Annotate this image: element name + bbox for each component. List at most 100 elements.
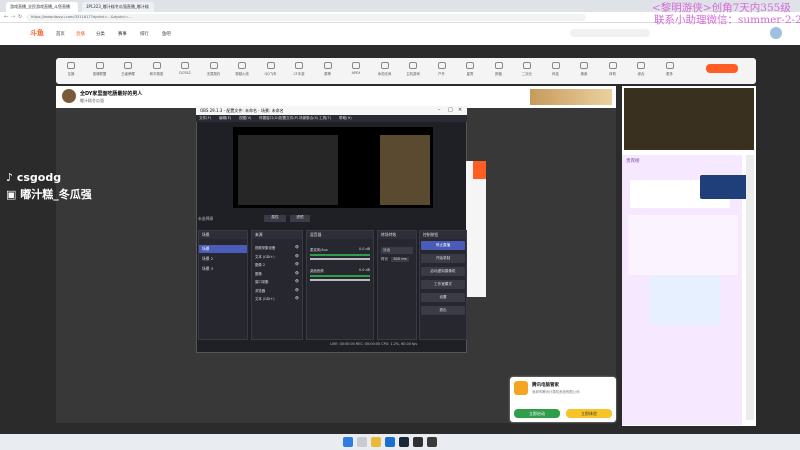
category-item[interactable]: 永劫无间 — [374, 62, 396, 76]
url-input[interactable]: https://www.douyu.com/3311617?dyshid=...… — [26, 14, 586, 21]
avatar[interactable] — [770, 27, 782, 39]
category-item[interactable]: 英雄联盟 — [89, 62, 111, 76]
category-item[interactable]: 综合 — [630, 62, 652, 76]
start-recording-button[interactable]: 开始录制 — [421, 254, 465, 263]
maximize-icon[interactable]: □ — [448, 107, 453, 113]
category-icon — [580, 62, 588, 69]
nav-rank[interactable]: 排行 — [140, 31, 149, 37]
eye-icon[interactable]: 👁 — [295, 262, 299, 267]
category-item[interactable]: 科技 — [545, 62, 567, 76]
browser-tab[interactable]: 3PL323_嘟汁糕冬瓜强直播_嘟汁糕 — [82, 2, 154, 12]
obs-menu-bar — [196, 115, 467, 122]
scene-item[interactable]: 场景 — [199, 245, 247, 253]
browser-tab[interactable]: 游戏直播_全民游戏直播_斗鱼直播 — [6, 2, 78, 12]
category-item[interactable]: 无畏契约 — [203, 62, 225, 76]
transition-select[interactable]: 淡出 — [381, 247, 413, 254]
mixer-slider[interactable] — [310, 279, 370, 281]
obs-menu-item[interactable]: 工具(T) — [319, 116, 331, 121]
eye-icon[interactable]: 👁 — [295, 288, 299, 293]
mixer-slider[interactable] — [310, 258, 370, 260]
category-item[interactable]: 穿越火线 — [231, 62, 253, 76]
app-icon[interactable] — [427, 437, 437, 447]
game-preview[interactable] — [624, 88, 754, 150]
eye-icon[interactable]: 👁 — [295, 271, 299, 276]
nav-events[interactable]: 赛事 — [118, 31, 127, 37]
nav-category[interactable]: 分类 — [96, 31, 105, 37]
category-item[interactable]: 主机游戏 — [402, 62, 424, 76]
properties-button[interactable]: 属性 — [264, 215, 286, 222]
category-item[interactable]: APEX — [345, 62, 367, 75]
category-item[interactable]: CF手游 — [288, 62, 310, 76]
minimize-icon[interactable]: – — [438, 107, 441, 113]
category-item[interactable]: 和平精英 — [146, 62, 168, 76]
category-item[interactable]: 更多 — [659, 62, 681, 76]
back-icon[interactable]: ← — [4, 14, 8, 20]
duration-input[interactable]: 300 ms — [391, 257, 409, 262]
source-item[interactable]: 图像 👁 — [252, 270, 302, 277]
source-item[interactable]: 浏览器 👁 — [252, 287, 302, 294]
obs-menu-item[interactable]: 编辑(E) — [219, 116, 231, 121]
popup-try-button[interactable]: 立即体验 — [566, 409, 612, 418]
category-item[interactable]: QQ飞车 — [260, 62, 282, 76]
category-item[interactable]: 二次元 — [516, 62, 538, 76]
exit-button[interactable]: 退出 — [421, 306, 465, 315]
obs-menu-item[interactable]: 停靠窗口(D) — [259, 116, 279, 121]
obs-app-icon[interactable] — [413, 437, 423, 447]
obs-menu-item[interactable]: 帮助(H) — [339, 116, 352, 121]
preview-nested-capture — [238, 135, 338, 205]
category-item[interactable]: 原神 — [317, 62, 339, 76]
scene-item[interactable]: 场景 3 — [199, 265, 247, 273]
category-item[interactable]: DOTA2 — [174, 62, 196, 75]
edge-icon[interactable] — [385, 437, 395, 447]
mixer-meter — [310, 275, 370, 277]
eye-icon[interactable]: 👁 — [295, 245, 299, 250]
eye-icon[interactable]: 👁 — [295, 296, 299, 301]
close-icon[interactable]: × — [458, 107, 462, 113]
obs-menu-item[interactable]: 场景集合(S) — [299, 116, 318, 121]
nav-home[interactable]: 首页 — [56, 31, 65, 37]
forward-icon[interactable]: → — [11, 14, 15, 20]
virtual-camera-button[interactable]: 启动虚拟摄像机 — [421, 267, 465, 276]
eye-icon[interactable]: 👁 — [295, 254, 299, 259]
obs-menu-item[interactable]: 视图(V) — [239, 116, 251, 121]
obs-menu-item[interactable]: 文件(F) — [199, 116, 211, 121]
tiktok-handle-overlay: ♪ csgodg — [6, 171, 62, 184]
popup-start-button[interactable]: 立即启动 — [514, 409, 560, 418]
obs-menu-item[interactable]: 配置文件(P) — [279, 116, 298, 121]
category-item[interactable]: 星秀 — [459, 62, 481, 76]
source-item[interactable]: 文本 (GDI+) 👁 — [252, 295, 302, 302]
category-item[interactable]: 户外 — [431, 62, 453, 76]
streamer-avatar[interactable] — [62, 89, 76, 103]
nav-live[interactable]: 直播 — [76, 31, 85, 37]
start-icon[interactable] — [343, 437, 353, 447]
pc-download-button[interactable] — [706, 64, 738, 73]
category-item[interactable]: 体育 — [602, 62, 624, 76]
scene-item[interactable]: 场景 2 — [199, 255, 247, 263]
category-label: QQ飞车 — [264, 72, 277, 76]
site-logo[interactable]: 斗鱼 — [30, 28, 44, 38]
filters-button[interactable]: 滤镜 — [290, 215, 310, 222]
category-item[interactable]: 美食 — [573, 62, 595, 76]
nav-fishbar[interactable]: 鱼吧 — [162, 31, 171, 37]
category-item[interactable]: 互娱 — [60, 62, 82, 76]
file-explorer-icon[interactable] — [371, 437, 381, 447]
category-item[interactable]: 王者荣耀 — [117, 62, 139, 76]
category-item[interactable]: 颜值 — [488, 62, 510, 76]
streamer-name[interactable]: 嘟汁糕冬瓜强 — [80, 98, 104, 104]
studio-mode-button[interactable]: 工作室模式 — [421, 280, 465, 289]
chat-scrollbar[interactable] — [746, 155, 754, 420]
eye-icon[interactable]: 👁 — [295, 279, 299, 284]
source-item[interactable]: 窗口采集 👁 — [252, 278, 302, 285]
steam-icon[interactable] — [399, 437, 409, 447]
stop-streaming-button[interactable]: 停止直播 — [421, 241, 465, 250]
search-input[interactable] — [570, 29, 650, 37]
room-banner[interactable] — [530, 89, 612, 105]
source-item[interactable]: 视频采集设备 👁 — [252, 244, 302, 251]
search-icon[interactable] — [357, 437, 367, 447]
category-label: 科技 — [552, 72, 559, 76]
source-item[interactable]: 文本 (GDI+) 👁 — [252, 253, 302, 260]
settings-button[interactable]: 设置 — [421, 293, 465, 302]
source-label: 图像 2 — [255, 263, 266, 267]
source-item[interactable]: 图像 2 👁 — [252, 261, 302, 268]
reload-icon[interactable]: ↻ — [18, 14, 22, 20]
